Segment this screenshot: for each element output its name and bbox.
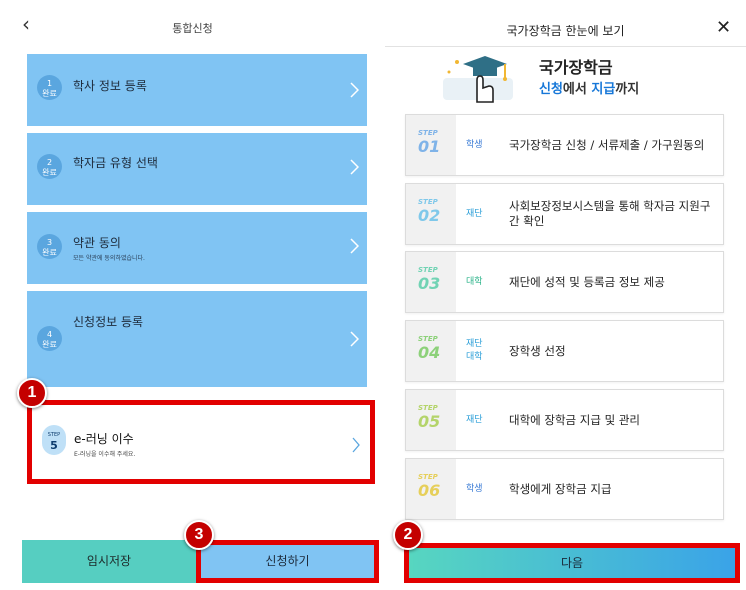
step-card-1[interactable]: 1 완료 학사 정보 등록 [27, 54, 367, 126]
hero-sub-until: 까지 [615, 82, 640, 97]
step-badge-number: 5 [50, 439, 58, 452]
step-word: STEP [418, 404, 438, 412]
step-description: 장학생 선정 [509, 343, 566, 358]
step-actor: 재단 [466, 208, 483, 219]
left-header: ‹ 통합신청 [0, 0, 385, 46]
step-word: STEP [418, 473, 438, 481]
close-icon[interactable]: ✕ [716, 19, 731, 37]
step-number: 03 [418, 274, 441, 293]
step-actor: 학생 [466, 139, 483, 150]
chevron-right-icon [350, 238, 359, 254]
hero-title: 국가장학금 [539, 58, 613, 77]
step-description: 대학에 장학금 지급 및 관리 [509, 412, 641, 427]
step-sublabel: 모든 약관에 동의하였습니다. [73, 255, 145, 262]
step-word: STEP [418, 335, 438, 343]
step-circle: 1 완료 [37, 75, 62, 100]
step-number: 4 [46, 330, 53, 339]
step-word: STEP [418, 198, 438, 206]
step-label: e-러닝 이수 [74, 432, 134, 446]
step-label: 학사 정보 등록 [73, 79, 147, 93]
step-number: 04 [418, 343, 441, 362]
step-label: 약관 동의 [73, 236, 121, 250]
step-number: 2 [46, 158, 53, 167]
step-label: 학자금 유형 선택 [73, 156, 158, 170]
step-number: 1 [46, 79, 53, 88]
step-status: 완료 [42, 340, 57, 349]
step-card-2[interactable]: 2 완료 학자금 유형 선택 [27, 133, 367, 205]
step-circle: 2 완료 [37, 154, 62, 179]
step-number: 3 [46, 238, 53, 247]
step-number: 05 [418, 412, 441, 431]
hero-sub-from: 에서 [562, 82, 592, 97]
step-circle: 4 완료 [37, 326, 62, 351]
overview-title: 국가장학금 한눈에 보기 [506, 24, 625, 38]
step-actor: 대학 [466, 276, 483, 287]
step-actor: 재단 [466, 414, 483, 425]
header-divider [385, 46, 746, 47]
scholarship-overview-screen: 국가장학금 한눈에 보기 ✕ 국가장학금 신청에서 지급까지 STEP 01 학생 국… [385, 0, 746, 590]
step-card-5-elearning[interactable]: STEP 5 e-러닝 이수 E-러닝을 이수해 주세요. [27, 400, 375, 484]
step-number: 06 [418, 481, 441, 500]
step-number: 02 [418, 206, 441, 225]
chevron-right-icon [350, 159, 359, 175]
annotation-marker-2: 2 [393, 520, 423, 550]
step-badge: STEP 5 [42, 425, 66, 455]
hero-subtitle: 신청에서 지급까지 [539, 78, 639, 97]
apply-button[interactable]: 신청하기 [196, 540, 379, 583]
step-circle: 3 완료 [37, 234, 62, 259]
annotation-marker-3: 3 [184, 520, 214, 550]
page-title: 통합신청 [172, 22, 213, 35]
annotation-marker-1: 1 [17, 378, 47, 408]
process-step: STEP 06 학생 학생에게 장학금 지급 [405, 458, 724, 520]
step-actor: 재단 대학 [466, 339, 483, 362]
step-description: 학생에게 장학금 지급 [509, 481, 612, 496]
step-status: 완료 [42, 248, 57, 257]
step-status: 완료 [42, 89, 57, 98]
step-status: 완료 [42, 168, 57, 177]
step-description: 국가장학금 신청 / 서류제출 / 가구원동의 [509, 137, 705, 152]
chevron-right-icon [350, 331, 359, 347]
step-description: 재단에 성적 및 등록금 정보 제공 [509, 274, 665, 289]
chevron-right-icon [352, 437, 360, 453]
process-step: STEP 04 재단 대학 장학생 선정 [405, 320, 724, 382]
hero-sub-pay: 지급 [591, 82, 616, 97]
next-button[interactable]: 다음 [404, 543, 740, 583]
process-step: STEP 01 학생 국가장학금 신청 / 서류제출 / 가구원동의 [405, 114, 724, 176]
step-label: 신청정보 등록 [73, 315, 144, 329]
step-word: STEP [418, 266, 438, 274]
step-badge-word: STEP [47, 432, 61, 438]
temp-save-button[interactable]: 임시저장 [22, 540, 196, 583]
step-number: 01 [418, 137, 441, 156]
step-description: 사회보장정보시스템을 통해 학자금 지원구간 확인 [509, 199, 711, 228]
process-step: STEP 02 재단 사회보장정보시스템을 통해 학자금 지원구간 확인 [405, 183, 724, 245]
application-screen: ‹ 통합신청 1 완료 학사 정보 등록 2 완료 학자금 유형 선택 3 완료… [0, 0, 385, 590]
process-step: STEP 05 재단 대학에 장학금 지급 및 관리 [405, 389, 724, 451]
step-word: STEP [418, 129, 438, 137]
hero-sub-apply: 신청 [539, 82, 563, 97]
chevron-right-icon [350, 82, 359, 98]
step-sublabel: E-러닝을 이수해 주세요. [74, 451, 136, 458]
step-card-4[interactable]: 4 완료 신청정보 등록 [27, 291, 367, 387]
graduation-cap-hand-icon [443, 56, 513, 103]
step-actor: 학생 [466, 483, 483, 494]
process-step: STEP 03 대학 재단에 성적 및 등록금 정보 제공 [405, 251, 724, 313]
step-card-3[interactable]: 3 완료 약관 동의 모든 약관에 동의하였습니다. [27, 212, 367, 284]
